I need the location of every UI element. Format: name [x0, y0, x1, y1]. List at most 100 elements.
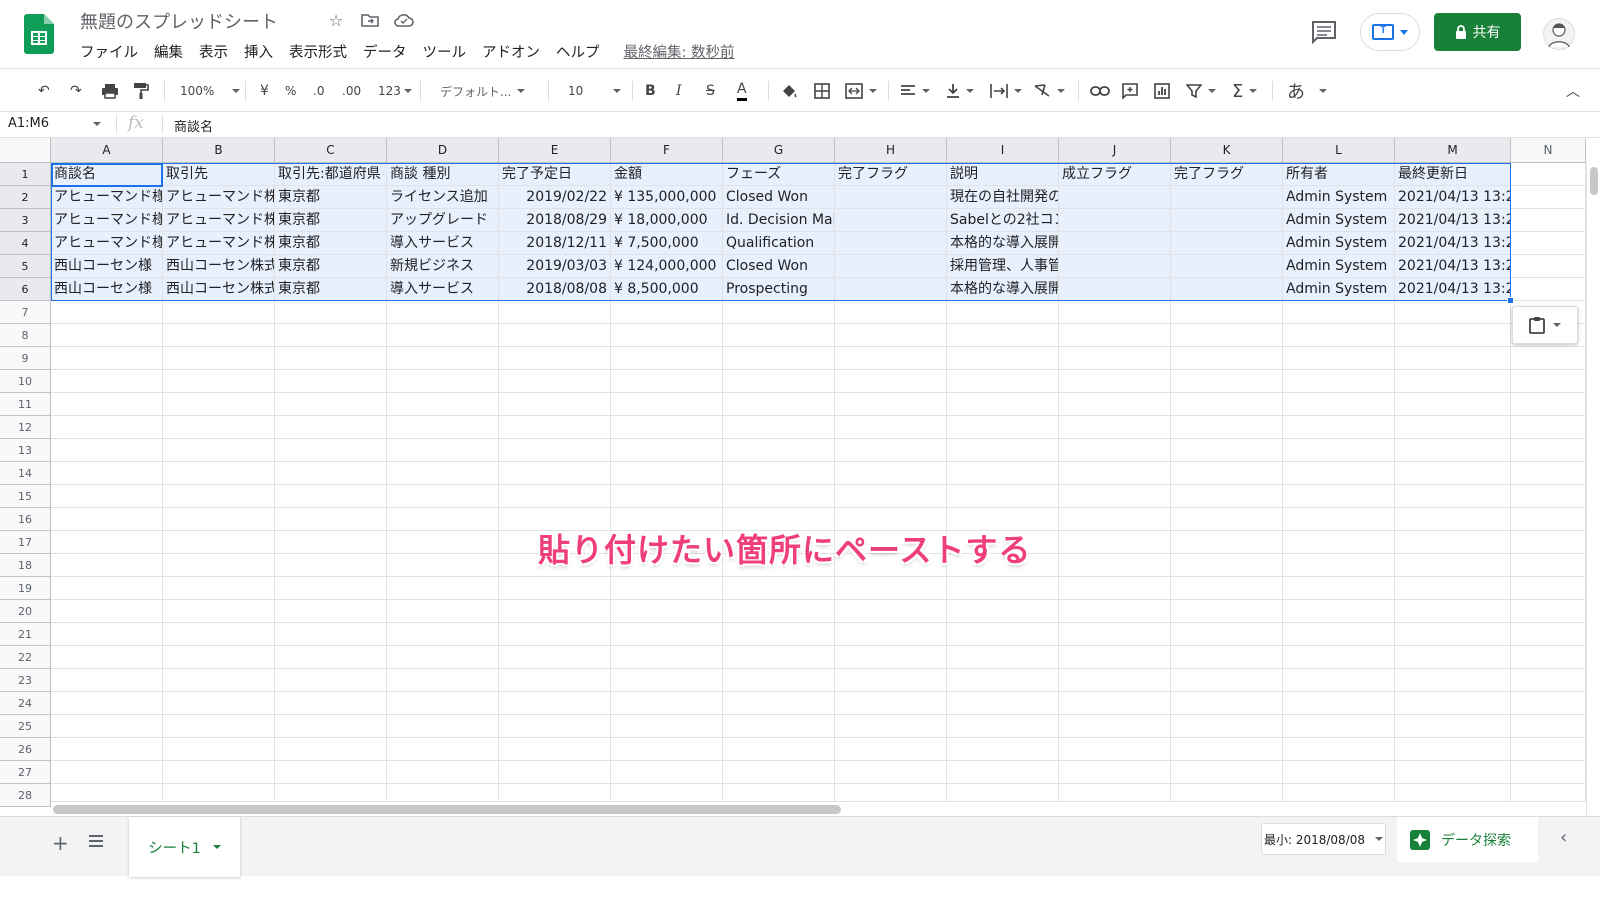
cell[interactable] — [1283, 554, 1395, 577]
insert-chart-icon[interactable] — [1154, 79, 1170, 103]
cell[interactable]: 説明 — [947, 163, 1059, 186]
cell[interactable] — [51, 600, 163, 623]
last-edit-link[interactable]: 最終編集: 数秒前 — [624, 41, 735, 62]
cell[interactable] — [611, 485, 723, 508]
cell[interactable] — [723, 324, 835, 347]
row-header[interactable]: 9 — [0, 347, 51, 370]
cell[interactable] — [835, 278, 947, 301]
cell[interactable] — [51, 692, 163, 715]
cell[interactable] — [1059, 577, 1171, 600]
cell[interactable] — [1511, 370, 1586, 393]
cell[interactable]: ¥ 7,500,000 — [611, 232, 723, 255]
cell[interactable] — [835, 347, 947, 370]
cell[interactable] — [947, 370, 1059, 393]
cell[interactable]: 東京都 — [275, 209, 387, 232]
cell[interactable]: 取引先:都道府県 — [275, 163, 387, 186]
cell[interactable]: Id. Decision Makers — [723, 209, 835, 232]
cell[interactable] — [723, 669, 835, 692]
cell[interactable] — [275, 531, 387, 554]
decrease-decimal-button[interactable]: .0 — [313, 79, 324, 103]
menu-help[interactable]: ヘルプ — [556, 41, 600, 62]
cell[interactable] — [1059, 715, 1171, 738]
cell[interactable] — [947, 738, 1059, 761]
row-header[interactable]: 7 — [0, 301, 51, 324]
cell[interactable]: 東京都 — [275, 186, 387, 209]
cell[interactable] — [1059, 738, 1171, 761]
cell[interactable]: 本格的な導入展開に際して、導入サービスを提案。 — [947, 278, 1059, 301]
cell[interactable] — [163, 508, 275, 531]
cell[interactable] — [1059, 416, 1171, 439]
cell[interactable]: 所有者 — [1283, 163, 1395, 186]
row-header[interactable]: 3 — [0, 209, 51, 232]
cell[interactable] — [387, 393, 499, 416]
cell[interactable]: 導入サービス — [387, 232, 499, 255]
cell[interactable] — [163, 692, 275, 715]
cell[interactable] — [835, 761, 947, 784]
cell[interactable] — [1171, 439, 1283, 462]
cell[interactable] — [387, 623, 499, 646]
cell[interactable] — [163, 577, 275, 600]
cell[interactable] — [1171, 577, 1283, 600]
cell[interactable] — [947, 393, 1059, 416]
cell[interactable] — [947, 646, 1059, 669]
cell[interactable] — [723, 646, 835, 669]
menu-data[interactable]: データ — [363, 41, 407, 62]
cell[interactable] — [163, 370, 275, 393]
cell[interactable]: アヒューマンド株式会社 — [163, 232, 275, 255]
cell[interactable] — [1395, 577, 1511, 600]
cell[interactable] — [163, 347, 275, 370]
cell[interactable] — [1511, 623, 1586, 646]
cell[interactable] — [275, 324, 387, 347]
cell[interactable] — [1283, 600, 1395, 623]
sheet-tab-1[interactable]: シート1 — [129, 817, 240, 877]
cell[interactable]: ¥ 124,000,000 — [611, 255, 723, 278]
cell[interactable] — [387, 577, 499, 600]
cell[interactable] — [51, 508, 163, 531]
cell[interactable] — [387, 508, 499, 531]
cell[interactable] — [1283, 715, 1395, 738]
column-header-f[interactable]: F — [611, 138, 723, 163]
cell[interactable] — [51, 416, 163, 439]
cell[interactable] — [723, 485, 835, 508]
cell[interactable] — [835, 301, 947, 324]
cell[interactable] — [1059, 186, 1171, 209]
cell[interactable] — [835, 669, 947, 692]
row-header[interactable]: 23 — [0, 669, 51, 692]
cell[interactable] — [611, 761, 723, 784]
cell[interactable] — [1059, 324, 1171, 347]
selection-summary[interactable]: 最小: 2018/08/08 — [1261, 823, 1386, 855]
cell[interactable] — [1511, 669, 1586, 692]
cell[interactable] — [163, 439, 275, 462]
cell[interactable] — [387, 554, 499, 577]
cell[interactable] — [1283, 531, 1395, 554]
cell[interactable] — [51, 324, 163, 347]
functions-icon[interactable]: Σ — [1232, 79, 1258, 103]
cell[interactable] — [387, 439, 499, 462]
cell[interactable] — [163, 761, 275, 784]
cell[interactable] — [1511, 692, 1586, 715]
cell[interactable] — [387, 462, 499, 485]
column-header-g[interactable]: G — [723, 138, 835, 163]
menu-addons[interactable]: アドオン — [482, 41, 540, 62]
cell[interactable]: 東京都 — [275, 278, 387, 301]
cell[interactable] — [1059, 370, 1171, 393]
row-header[interactable]: 19 — [0, 577, 51, 600]
cell[interactable] — [1283, 738, 1395, 761]
print-icon[interactable] — [101, 79, 119, 103]
cell[interactable] — [1059, 301, 1171, 324]
cell[interactable] — [947, 324, 1059, 347]
cell[interactable] — [275, 554, 387, 577]
select-all-corner[interactable] — [0, 138, 51, 163]
cell[interactable]: アップグレード — [387, 209, 499, 232]
cell[interactable] — [163, 623, 275, 646]
cell[interactable] — [1283, 761, 1395, 784]
cell[interactable] — [947, 577, 1059, 600]
cell[interactable]: 2018/08/29 — [499, 209, 611, 232]
cell[interactable] — [1283, 485, 1395, 508]
cell[interactable]: 本格的な導入展開に際して、導入サービスを提案。 — [947, 232, 1059, 255]
cell[interactable] — [163, 646, 275, 669]
cell[interactable]: 西山コーセン様 — [51, 255, 163, 278]
cell[interactable] — [499, 738, 611, 761]
cell[interactable] — [723, 600, 835, 623]
cell[interactable] — [723, 347, 835, 370]
